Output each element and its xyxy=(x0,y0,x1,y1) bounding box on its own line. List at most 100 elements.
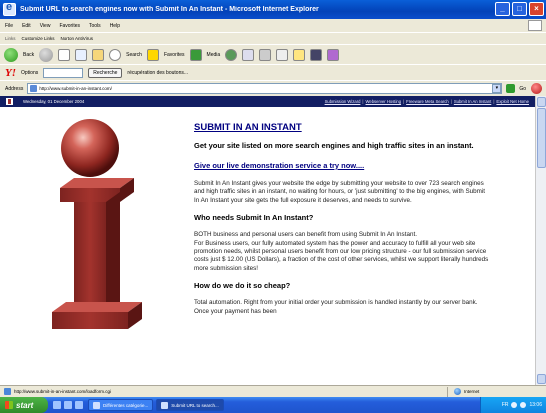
yahoo-options-button[interactable]: Options xyxy=(21,70,38,76)
home-icon[interactable] xyxy=(92,48,105,61)
address-bar: Address http://www.submit-in-an-instant.… xyxy=(0,80,546,96)
menu-help[interactable]: Help xyxy=(110,23,120,29)
address-url[interactable]: http://www.submit-in-an-instant.com/ xyxy=(39,86,490,91)
site-logo-icon[interactable] xyxy=(6,98,13,105)
folder-icon[interactable] xyxy=(293,48,306,61)
system-tray: FR 13:06 xyxy=(480,397,546,413)
close-button[interactable]: × xyxy=(529,2,544,16)
messenger-icon[interactable] xyxy=(310,48,323,61)
edit-icon[interactable] xyxy=(276,48,289,61)
taskbar-item[interactable]: Différentes catégorie... xyxy=(88,399,154,411)
yahoo-logo[interactable]: Y! xyxy=(5,67,16,79)
yahoo-toolbar: Y! Options Recherche récupération des bo… xyxy=(0,64,546,80)
tray-network-icon[interactable] xyxy=(511,402,518,408)
links-bar: Links Customize Links Norton AntiVirus xyxy=(0,32,546,44)
media-button-label[interactable]: Media xyxy=(207,52,221,58)
tray-volume-icon[interactable] xyxy=(520,402,527,408)
security-zone: Internet xyxy=(447,386,480,397)
quick-launch xyxy=(48,401,88,409)
who-needs-paragraph-2: For Business users, our fully automated … xyxy=(194,239,489,272)
windows-logo-icon xyxy=(528,20,542,31)
media-icon[interactable] xyxy=(189,48,202,61)
nav-separator: | xyxy=(450,99,452,104)
scroll-thumb[interactable] xyxy=(537,108,546,168)
taskbar: start Différentes catégorie... Submit UR… xyxy=(0,397,546,413)
taskbar-item-active[interactable]: Submit URL to search... xyxy=(156,399,224,411)
quick-launch-desktop-icon[interactable] xyxy=(53,401,61,409)
internet-explorer-icon xyxy=(161,401,169,409)
mail-icon[interactable] xyxy=(242,48,255,61)
standard-toolbar: Back Search Favorites Media xyxy=(0,44,546,64)
nav-submission-wizard[interactable]: Submission Wizard xyxy=(325,99,361,104)
history-icon[interactable] xyxy=(225,48,238,61)
nav-exploit-net-home[interactable]: Exploit Net Home xyxy=(496,99,529,104)
logo-base-top xyxy=(52,302,142,312)
logo-stem xyxy=(74,202,106,312)
plugin-icon[interactable] xyxy=(327,48,340,61)
nav-webserver-hosting[interactable]: Webserver Hosting xyxy=(366,99,402,104)
taskbar-item-label: Différentes catégorie... xyxy=(103,402,149,408)
window-title-bar[interactable]: Submit URL to search engines now with Su… xyxy=(0,0,546,19)
start-button[interactable]: start xyxy=(0,397,48,413)
address-field[interactable]: http://www.submit-in-an-instant.com/ ▾ xyxy=(27,83,503,94)
status-url: http://www.submit-in-an-instant.com/load… xyxy=(14,389,112,394)
windows-flag-icon xyxy=(5,401,13,409)
menu-file[interactable]: File xyxy=(5,23,13,29)
page-title[interactable]: SUBMIT IN AN INSTANT xyxy=(194,122,489,133)
status-bar: http://www.submit-in-an-instant.com/load… xyxy=(0,385,546,397)
chevron-down-icon[interactable]: ▾ xyxy=(492,84,502,93)
folder-icon xyxy=(93,401,100,409)
menu-edit[interactable]: Edit xyxy=(22,23,31,29)
yahoo-search-input[interactable] xyxy=(43,67,84,78)
extension-icon[interactable] xyxy=(531,83,542,94)
zone-label: Internet xyxy=(464,389,480,394)
quick-launch-mail-icon[interactable] xyxy=(75,401,83,409)
scroll-down-button[interactable] xyxy=(537,374,546,384)
yahoo-search-button[interactable]: Recherche xyxy=(88,67,123,78)
scroll-up-button[interactable] xyxy=(537,97,546,107)
who-needs-paragraph-1: BOTH business and personal users can ben… xyxy=(194,231,417,239)
go-button-label[interactable]: Go xyxy=(519,86,526,92)
go-arrow-icon[interactable] xyxy=(506,84,516,93)
site-date: Wednesday, 01 December 2004 xyxy=(23,99,85,104)
logo-ball xyxy=(61,119,119,177)
favorites-star-icon[interactable] xyxy=(146,48,159,61)
print-icon[interactable] xyxy=(259,48,272,61)
nav-freeware-meta-search[interactable]: Freeware Meta Search xyxy=(406,99,449,104)
menu-tools[interactable]: Tools xyxy=(89,23,101,29)
refresh-icon[interactable] xyxy=(75,48,88,61)
nav-separator: | xyxy=(362,99,364,104)
back-arrow-icon[interactable] xyxy=(4,47,18,62)
menu-view[interactable]: View xyxy=(40,23,51,29)
forward-arrow-icon[interactable] xyxy=(39,47,54,62)
logo-base-serif xyxy=(52,312,128,329)
quick-launch-ie-icon[interactable] xyxy=(64,401,72,409)
menu-favorites[interactable]: Favorites xyxy=(59,23,80,29)
stop-icon[interactable] xyxy=(58,48,71,61)
address-label: Address xyxy=(5,85,24,92)
demo-link[interactable]: Give our live demonstration service a tr… xyxy=(194,161,489,170)
minimize-button[interactable]: _ xyxy=(495,2,510,16)
submit-in-an-instant-logo xyxy=(52,119,142,329)
clock[interactable]: 13:06 xyxy=(529,402,542,408)
window-title: Submit URL to search engines now with Su… xyxy=(20,6,319,13)
taskbar-item-label: Submit URL to search... xyxy=(171,402,219,408)
search-button-label[interactable]: Search xyxy=(126,52,142,58)
lead-text: Get your site listed on more search engi… xyxy=(194,141,474,150)
customize-links-link[interactable]: Customize Links xyxy=(22,36,55,41)
maximize-button[interactable]: □ xyxy=(512,2,527,16)
nav-submit-in-an-instant[interactable]: Submit In An Instant xyxy=(454,99,491,104)
norton-antivirus-link[interactable]: Norton AntiVirus xyxy=(61,36,93,41)
language-indicator[interactable]: FR xyxy=(502,402,509,408)
back-button-label[interactable]: Back xyxy=(23,52,34,58)
vertical-scrollbar[interactable] xyxy=(535,96,546,385)
intro-paragraph: Submit In An Instant gives your website … xyxy=(194,180,486,204)
site-nav: Submission Wizard | Webserver Hosting | Fr… xyxy=(325,99,529,104)
main-content: SUBMIT IN AN INSTANT Get your site liste… xyxy=(194,122,489,324)
how-cheap-heading: How do we do it so cheap? xyxy=(194,281,291,291)
nav-separator: | xyxy=(403,99,405,104)
start-label: start xyxy=(16,400,34,410)
page-viewport[interactable]: Wednesday, 01 December 2004 Submission W… xyxy=(0,96,535,385)
search-icon[interactable] xyxy=(109,48,122,61)
favorites-button-label[interactable]: Favorites xyxy=(164,52,185,58)
